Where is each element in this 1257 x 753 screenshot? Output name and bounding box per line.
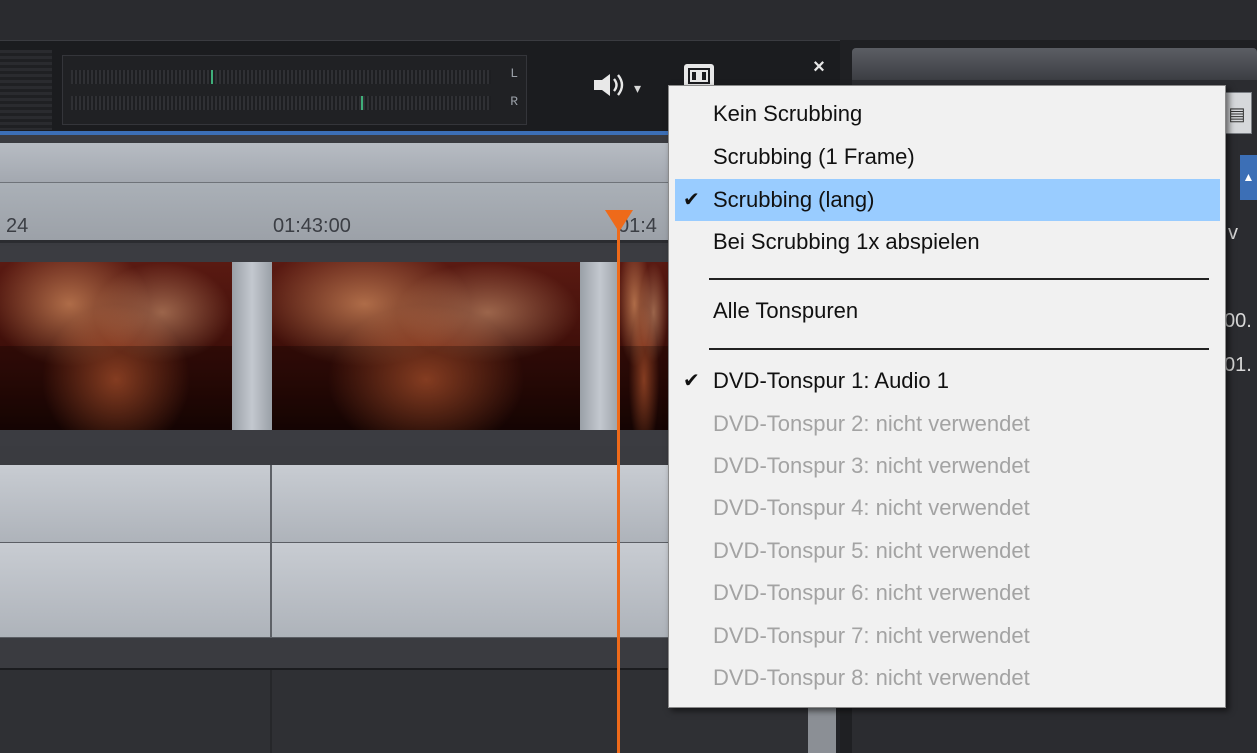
- menu-item-dvd-tonspur-6: DVD-Tonspur 6: nicht verwendet: [669, 572, 1225, 614]
- menu-item-label: DVD-Tonspur 8: nicht verwendet: [713, 665, 1030, 690]
- playhead-line[interactable]: [617, 214, 620, 753]
- menu-item-label: Kein Scrubbing: [713, 101, 863, 126]
- video-clip-thumbnail[interactable]: [620, 262, 668, 430]
- clip-gap: [232, 262, 272, 430]
- close-button[interactable]: ×: [808, 56, 830, 78]
- right-panel-text: 00.: [1224, 310, 1252, 332]
- menu-item-label: DVD-Tonspur 6: nicht verwendet: [713, 580, 1030, 605]
- title-bar: [0, 0, 1257, 40]
- menu-item-label: DVD-Tonspur 1: Audio 1: [713, 368, 950, 393]
- menu-item-dvd-tonspur-3: DVD-Tonspur 3: nicht verwendet: [669, 445, 1225, 487]
- menu-item-dvd-tonspur-4: DVD-Tonspur 4: nicht verwendet: [669, 487, 1225, 529]
- scrubbing-dropdown-menu: Kein Scrubbing Scrubbing (1 Frame) ✔ Scr…: [668, 85, 1226, 708]
- clip-gap: [580, 262, 620, 430]
- menu-item-dvd-tonspur-7: DVD-Tonspur 7: nicht verwendet: [669, 615, 1225, 657]
- menu-item-label: Alle Tonspuren: [713, 298, 859, 323]
- menu-item-label: DVD-Tonspur 5: nicht verwendet: [713, 538, 1030, 563]
- menu-item-label: Scrubbing (lang): [713, 187, 875, 212]
- menu-item-label: DVD-Tonspur 3: nicht verwendet: [713, 453, 1030, 478]
- video-clip-thumbnail[interactable]: [272, 262, 580, 430]
- menu-separator: [709, 278, 1209, 280]
- meter-left-label: L: [510, 66, 518, 81]
- scroll-up-button[interactable]: ▲: [1240, 155, 1257, 200]
- meter-left-channel: [71, 70, 491, 84]
- menu-item-dvd-tonspur-8: DVD-Tonspur 8: nicht verwendet: [669, 657, 1225, 699]
- speaker-icon: [592, 71, 632, 106]
- video-clip-thumbnail[interactable]: [0, 262, 232, 430]
- chevron-down-icon: ▾: [634, 79, 642, 96]
- menu-item-label: DVD-Tonspur 7: nicht verwendet: [713, 623, 1030, 648]
- menu-item-dvd-tonspur-2: DVD-Tonspur 2: nicht verwendet: [669, 403, 1225, 445]
- clip-boundary: [270, 465, 272, 638]
- checkmark-icon: ✔: [683, 189, 700, 211]
- menu-item-kein-scrubbing[interactable]: Kein Scrubbing: [669, 93, 1225, 135]
- right-panel-header: [852, 48, 1257, 80]
- audio-scrub-menu-button[interactable]: ▾: [592, 70, 662, 106]
- clip-boundary: [270, 670, 272, 753]
- save-icon[interactable]: ▤: [1222, 92, 1252, 134]
- right-panel-text: 01.: [1224, 354, 1252, 376]
- menu-separator: [709, 348, 1209, 350]
- playhead-handle[interactable]: [605, 210, 633, 232]
- right-panel-text: v: [1228, 222, 1238, 244]
- meter-right-peak: [361, 96, 363, 110]
- menu-item-label: Bei Scrubbing 1x abspielen: [713, 229, 980, 254]
- meter-right-label: R: [510, 94, 518, 109]
- meter-right-channel: [71, 96, 491, 110]
- checkmark-icon: ✔: [683, 370, 700, 392]
- menu-item-label: DVD-Tonspur 4: nicht verwendet: [713, 495, 1030, 520]
- toolbar-grip: [0, 50, 52, 130]
- menu-item-alle-tonspuren[interactable]: Alle Tonspuren: [669, 290, 1225, 332]
- menu-item-bei-scrubbing-abspielen[interactable]: Bei Scrubbing 1x abspielen: [669, 221, 1225, 263]
- audio-level-meter: L R: [62, 55, 527, 125]
- menu-item-label: Scrubbing (1 Frame): [713, 144, 915, 169]
- menu-item-dvd-tonspur-1[interactable]: ✔ DVD-Tonspur 1: Audio 1: [669, 360, 1225, 402]
- ruler-label: 01:43:00: [273, 215, 351, 237]
- menu-item-scrubbing-lang[interactable]: ✔ Scrubbing (lang): [675, 179, 1220, 221]
- menu-item-dvd-tonspur-5: DVD-Tonspur 5: nicht verwendet: [669, 530, 1225, 572]
- menu-item-scrubbing-1-frame[interactable]: Scrubbing (1 Frame): [669, 136, 1225, 178]
- menu-item-label: DVD-Tonspur 2: nicht verwendet: [713, 411, 1030, 436]
- meter-left-peak: [211, 70, 213, 84]
- ruler-label: 24: [6, 215, 29, 237]
